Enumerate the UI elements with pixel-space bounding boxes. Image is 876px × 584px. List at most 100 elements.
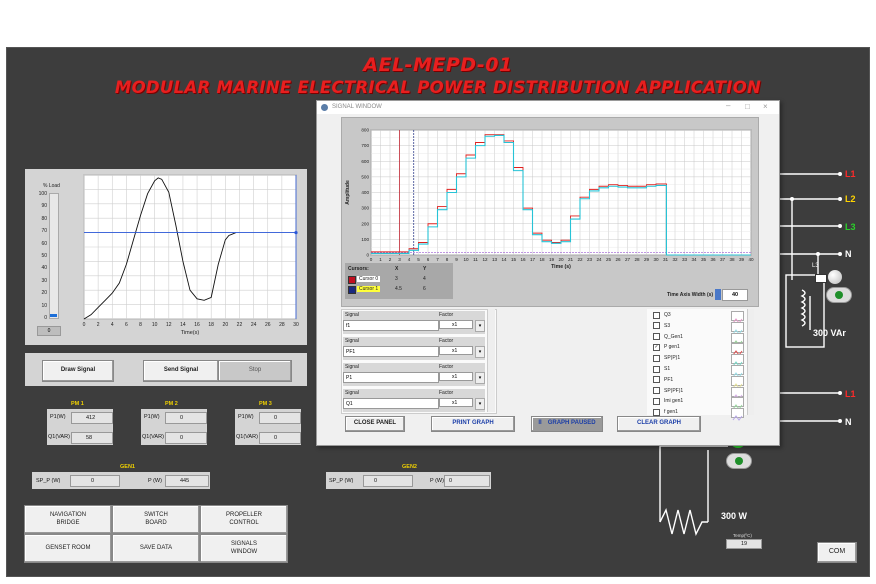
close-icon[interactable]: × [763, 102, 768, 111]
factor-select[interactable]: x1 [439, 398, 473, 407]
factor-dropdown-icon[interactable]: ▾ [475, 346, 485, 358]
checklist-item[interactable]: f gen1 [653, 408, 678, 416]
load-y-tick: 40 [41, 265, 47, 272]
draw-signal-button[interactable]: Draw Signal [42, 360, 114, 382]
checkbox[interactable] [653, 408, 660, 416]
signal-y-tick: 300 [361, 206, 369, 211]
app-icon [321, 104, 328, 111]
signal-select[interactable]: Q1 [343, 398, 439, 409]
pm-title: PM 3 [259, 401, 272, 407]
factor-select[interactable]: x1 [439, 372, 473, 381]
series-swatch [731, 354, 744, 368]
send-signal-button[interactable]: Send Signal [143, 360, 219, 382]
cursor1-y: 6 [423, 286, 426, 292]
checkbox[interactable] [653, 376, 660, 384]
signals-window-button[interactable]: SIGNALS WINDOW [200, 534, 288, 563]
checklist-item[interactable]: SP(PF)1 [653, 387, 683, 395]
cursor0-name[interactable]: Cursor 0 [357, 276, 381, 282]
checkbox[interactable]: ✓ [653, 343, 660, 351]
minimize-icon[interactable]: – [726, 101, 730, 110]
signal-x-tick: 39 [739, 257, 745, 262]
switch-board-label: SWITCH BOARD [144, 512, 168, 526]
signal-y-tick: 200 [361, 221, 369, 226]
toggle-load-button[interactable] [726, 453, 752, 469]
factor-dropdown-icon[interactable]: ▾ [475, 320, 485, 332]
signal-x-tick: 22 [577, 257, 583, 262]
propeller-control-button[interactable]: PROPELLER CONTROL [200, 505, 288, 534]
cursor-y-header: Y [423, 266, 427, 272]
checkbox[interactable] [653, 365, 660, 373]
cursor1-name[interactable]: Cursor 1 [357, 286, 381, 292]
signal-window-titlebar[interactable]: SIGNAL WINDOW – □ × [317, 101, 779, 114]
checkbox[interactable] [653, 333, 660, 341]
load-y-tick: 100 [38, 191, 47, 197]
signal-list-scrollbar[interactable] [487, 309, 495, 412]
navigation-bridge-label: NAVIGATION BRIDGE [49, 512, 87, 526]
save-data-button[interactable]: SAVE DATA [112, 534, 200, 563]
checklist-item[interactable]: SP(P)1 [653, 354, 680, 362]
checklist-item[interactable]: S3 [653, 322, 670, 330]
checklist-scrollbar[interactable] [747, 309, 754, 415]
print-graph-button[interactable]: PRINT GRAPH [431, 416, 515, 432]
temp-label: Temp(ºC) [733, 533, 752, 538]
genset-room-button[interactable]: GENSET ROOM [24, 534, 112, 563]
factor-select[interactable]: x1 [439, 346, 473, 355]
gen1-sp-field[interactable]: 0 [70, 475, 120, 487]
graph-paused-button[interactable]: II GRAPH PAUSED [531, 416, 603, 432]
checkbox[interactable] [653, 322, 660, 330]
signal-select[interactable]: f1 [343, 320, 439, 331]
navigation-bridge-button[interactable]: NAVIGATION BRIDGE [24, 505, 112, 534]
load-bar-fill [50, 314, 57, 317]
checklist-label: f gen1 [664, 409, 678, 416]
pm-q-value: 0 [274, 435, 278, 441]
gen2-sp-label: SP_P (W) [329, 477, 354, 484]
checkbox[interactable] [653, 354, 660, 362]
pm-q-label: Q1(VAR) [48, 434, 70, 440]
signal-select[interactable]: P1 [343, 372, 439, 383]
gen2-sp-field[interactable]: 0 [363, 475, 413, 487]
load-y-tick: 20 [41, 290, 47, 297]
checklist-label: P gen1 [664, 344, 680, 351]
clear-graph-button[interactable]: CLEAR GRAPH [617, 416, 701, 432]
checklist-item[interactable]: S1 [653, 365, 670, 373]
maximize-icon[interactable]: □ [745, 102, 750, 111]
switch-board-button[interactable]: SWITCH BOARD [112, 505, 200, 534]
time-axis-width-input[interactable]: 40 [722, 289, 748, 301]
checklist-item[interactable]: PF1 [653, 376, 673, 384]
checklist-item[interactable]: Q3 [653, 311, 671, 319]
toggle-l3-button[interactable] [826, 287, 852, 303]
cursor-x-header: X [395, 266, 399, 272]
checkbox[interactable] [653, 397, 660, 405]
checkbox[interactable] [653, 387, 660, 395]
factor-dropdown-icon[interactable]: ▾ [475, 372, 485, 384]
checklist-item[interactable]: Imi gen1 [653, 397, 683, 405]
load-x-tick: 14 [180, 322, 186, 328]
pm-p-value: 0 [180, 415, 184, 421]
checklist-item[interactable]: ✓ P gen1 [653, 343, 680, 351]
signal-x-tick: 30 [653, 257, 659, 262]
load-x-label: Time(s) [181, 330, 200, 336]
load-y-tick: 0 [44, 315, 47, 321]
factor-select[interactable]: x1 [439, 320, 473, 329]
time-axis-spinner[interactable] [715, 289, 721, 300]
signal-x-tick: 29 [644, 257, 650, 262]
checklist-item[interactable]: Q_Gen1 [653, 333, 683, 341]
app-title: AEL-MEPD-01 [363, 54, 513, 76]
close-panel-button[interactable]: CLOSE PANEL [345, 416, 405, 432]
load-plot[interactable]: 0 2 4 6 8 10 12 14 16 18 20 22 24 26 28 30Time(s) [80, 171, 302, 337]
signal-x-tick: 12 [482, 257, 488, 262]
breaker-l3[interactable] [815, 274, 827, 283]
gen1-title: GEN1 [120, 464, 135, 470]
signal-y-label: Amplitude [345, 180, 351, 205]
signal-select[interactable]: PF1 [343, 346, 439, 357]
pm-p-field: 412 [71, 412, 113, 424]
factor-dropdown-icon[interactable]: ▾ [475, 398, 485, 410]
stop-button[interactable]: Stop [218, 360, 292, 382]
checklist-label: Q_Gen1 [664, 333, 683, 340]
checkbox[interactable] [653, 311, 660, 319]
signal-x-tick: 16 [520, 257, 526, 262]
com-button[interactable]: COM [817, 542, 857, 563]
signal-plot[interactable]: 0 1 2 3 4 5 6 7 8 9 10 11 12 13 14 15 16 17 18 19 20 21 22 23 24… [341, 117, 757, 273]
load-x-tick: 20 [223, 322, 229, 328]
pm-p-label: P1(W) [50, 414, 66, 420]
